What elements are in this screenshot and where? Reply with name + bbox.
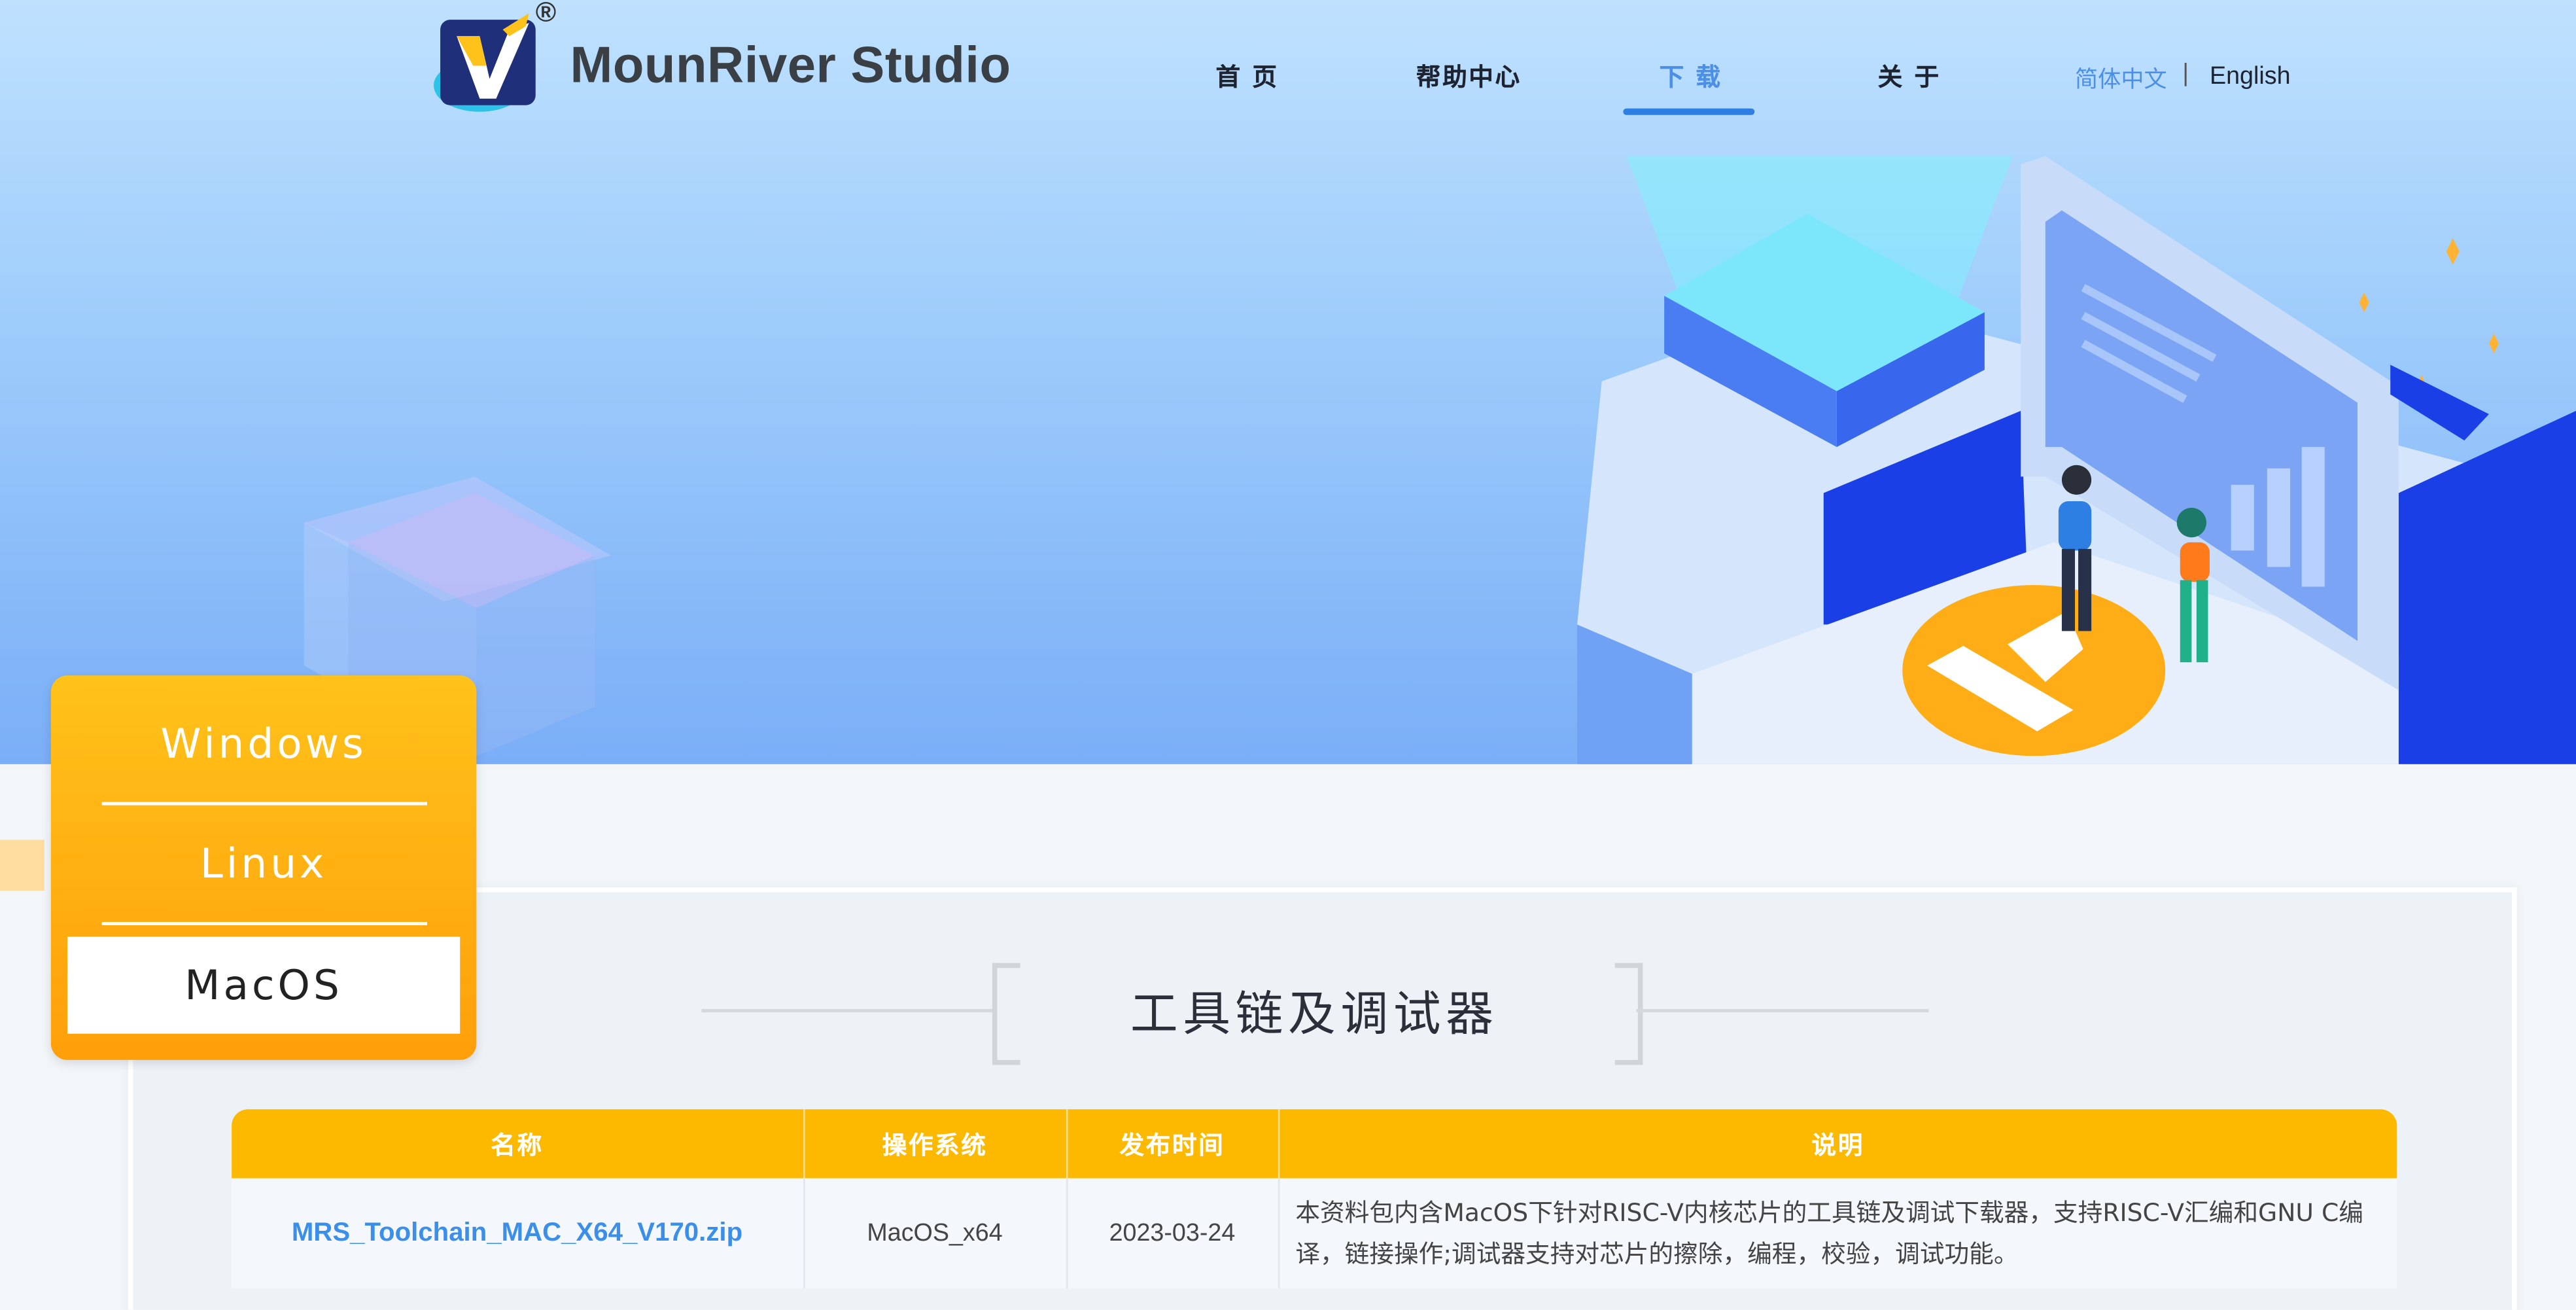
header-os: 操作系统	[803, 1109, 1068, 1178]
lang-chinese[interactable]: 简体中文	[2075, 62, 2167, 95]
os-divider	[101, 921, 427, 925]
download-table: 名称 操作系统 发布时间 说明 MRS_Toolchain_MAC_X64_V1…	[232, 1109, 2397, 1289]
header-release-date: 发布时间	[1066, 1109, 1279, 1178]
os-linux[interactable]: Linux	[51, 840, 476, 887]
os-selector: Windows Linux MacOS	[50, 675, 477, 1060]
page-root: ® MounRiver Studio 首 页 帮助中心 下 载 关 于 简体中文…	[0, 0, 2576, 1310]
side-tab	[0, 840, 44, 891]
section-title-text: 工具链及调试器	[1130, 985, 1499, 1042]
nav-active-indicator	[1623, 108, 1755, 115]
os-divider	[101, 802, 427, 805]
nav-download[interactable]: 下 载	[1660, 59, 1722, 94]
title-bracket-right	[1614, 963, 1643, 1065]
nav-about[interactable]: 关 于	[1878, 59, 1941, 94]
os-macos[interactable]: MacOS	[67, 936, 461, 1034]
cell-date: 2023-03-24	[1066, 1178, 1279, 1289]
lang-separator: |	[2182, 60, 2190, 88]
nav-home[interactable]: 首 页	[1216, 59, 1279, 94]
cell-description: 本资料包内含MacOS下针对RISC-V内核芯片的工具链及调试下载器，支持RIS…	[1278, 1178, 2397, 1289]
header-description: 说明	[1278, 1109, 2397, 1178]
table-row: MRS_Toolchain_MAC_X64_V170.zip MacOS_x64…	[232, 1178, 2397, 1289]
header-name: 名称	[232, 1109, 805, 1178]
table-header-row: 名称 操作系统 发布时间 说明	[232, 1109, 2397, 1178]
title-line-right	[1636, 1009, 1929, 1013]
hero-banner: ® MounRiver Studio 首 页 帮助中心 下 载 关 于 简体中文…	[0, 0, 2576, 764]
nav-help-center[interactable]: 帮助中心	[1416, 59, 1522, 94]
lang-english[interactable]: English	[2210, 62, 2291, 90]
main-nav: 首 页 帮助中心 下 载 关 于	[0, 59, 2576, 124]
download-link[interactable]: MRS_Toolchain_MAC_X64_V170.zip	[292, 1220, 742, 1248]
cell-os: MacOS_x64	[803, 1178, 1068, 1289]
os-windows[interactable]: Windows	[51, 720, 476, 768]
registered-mark: ®	[535, 0, 557, 28]
cell-name: MRS_Toolchain_MAC_X64_V170.zip	[232, 1178, 805, 1289]
